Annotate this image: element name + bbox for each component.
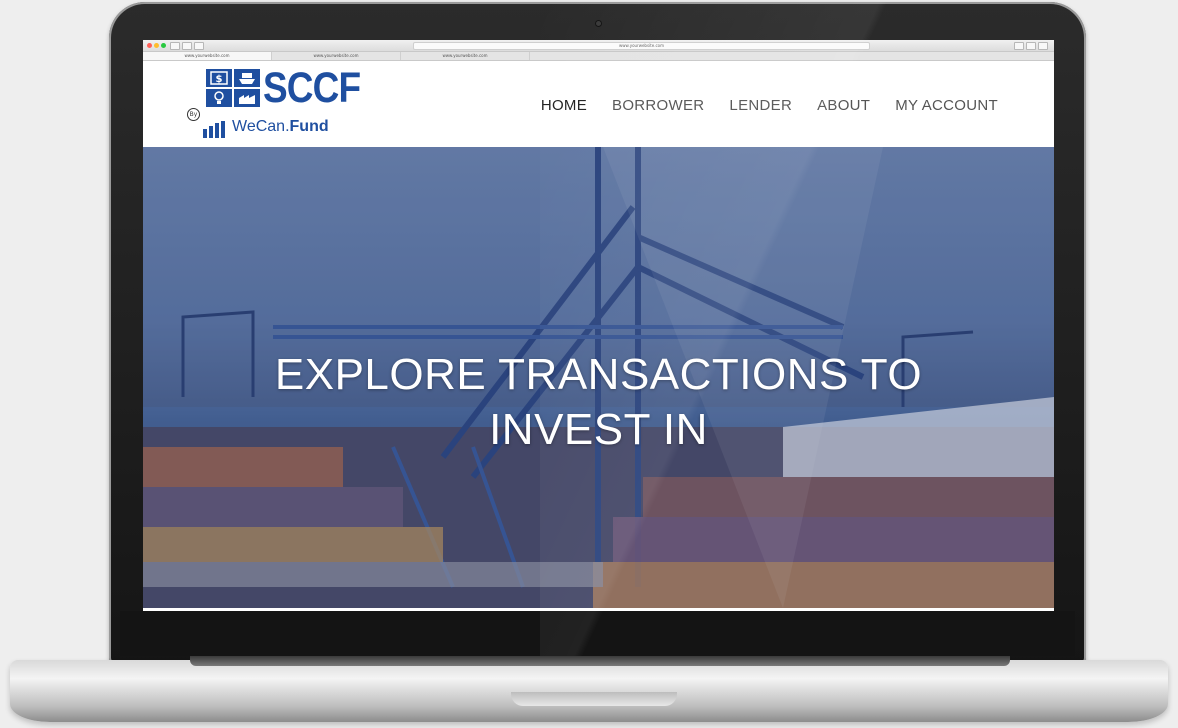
browser-toolbar: www.yourwebsite.com [143,40,1054,52]
browser-tab[interactable]: www.yourwebsite.com [272,52,401,60]
share-icon[interactable] [1014,42,1024,50]
browser-tabbar: www.yourwebsite.com www.yourwebsite.com … [143,52,1054,61]
back-icon[interactable] [170,42,180,50]
maximize-window-icon[interactable] [161,43,166,48]
logo-wordmark: SCCF [263,64,361,112]
nav-about[interactable]: ABOUT [817,97,870,114]
logo-subtitle-right: Fund [289,118,329,135]
laptop-screen: www.yourwebsite.com www.yourwebsite.com … [143,40,1054,611]
laptop-bezel-chin [120,611,1075,656]
logo-subtitle-left: WeCan. [232,118,290,135]
svg-text:$: $ [216,74,223,85]
hero-headline-line2: INVEST IN [489,405,708,454]
window-controls [147,43,166,48]
laptop-notch [511,692,677,706]
minimize-window-icon[interactable] [154,43,159,48]
laptop-base [10,660,1168,722]
forward-icon[interactable] [182,42,192,50]
lightbulb-icon [206,89,232,107]
browser-nav [170,42,204,50]
browser-tab[interactable]: www.yourwebsite.com [401,52,530,60]
logo-by-badge: By [187,108,200,121]
webcam-icon [595,20,602,27]
bars-icon [203,121,225,138]
nav-lender[interactable]: LENDER [729,97,792,114]
dollar-icon: $ [206,69,232,87]
tabs-icon[interactable] [1026,42,1036,50]
sccf-logo[interactable]: $ SCCF By WeCan.Fund [187,64,397,142]
hero-banner: EXPLORE TRANSACTIONS TO INVEST IN [143,147,1054,608]
address-bar[interactable]: www.yourwebsite.com [413,42,870,50]
site-header: $ SCCF By WeCan.Fund HOME BORROWER LENDE… [143,61,1054,147]
browser-tab[interactable]: www.yourwebsite.com [143,52,272,60]
laptop-hinge [190,656,1010,666]
settings-icon[interactable] [1038,42,1048,50]
sidebar-icon[interactable] [194,42,204,50]
ship-icon [234,69,260,87]
hero-headline: EXPLORE TRANSACTIONS TO INVEST IN [143,347,1054,457]
browser-actions [1014,42,1048,50]
close-window-icon[interactable] [147,43,152,48]
factory-icon [234,89,260,107]
hero-headline-line1: EXPLORE TRANSACTIONS TO [274,350,923,399]
logo-subtitle: WeCan.Fund [232,118,329,136]
nav-home[interactable]: HOME [541,97,587,114]
nav-borrower[interactable]: BORROWER [612,97,704,114]
logo-emblem: $ [206,69,260,107]
main-nav: HOME BORROWER LENDER ABOUT MY ACCOUNT [541,97,998,114]
nav-my-account[interactable]: MY ACCOUNT [895,97,998,114]
